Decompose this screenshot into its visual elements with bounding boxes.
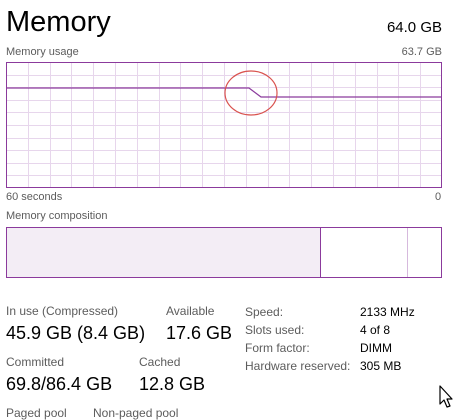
usage-graph-label: Memory usage bbox=[6, 46, 79, 58]
time-axis-right: 0 bbox=[435, 191, 442, 203]
cached-label: Cached bbox=[139, 355, 181, 369]
annotation-circle bbox=[224, 70, 278, 116]
spec-hw-reserved-value: 305 MB bbox=[360, 359, 402, 373]
usage-grid bbox=[6, 62, 442, 188]
spec-form-factor-label: Form factor: bbox=[245, 341, 310, 355]
usage-graph-max: 63.7 GB bbox=[401, 46, 442, 58]
committed-label: Committed bbox=[6, 355, 65, 369]
composition-label: Memory composition bbox=[6, 210, 108, 222]
total-memory: 64.0 GB bbox=[386, 19, 442, 36]
spec-speed-value: 2133 MHz bbox=[360, 305, 415, 319]
committed-value: 69.8/86.4 GB bbox=[6, 374, 113, 394]
non-paged-pool-label: Non-paged pool bbox=[93, 406, 179, 420]
in-use-label: In use (Compressed) bbox=[6, 304, 119, 318]
cached-value: 12.8 GB bbox=[139, 374, 206, 394]
spec-speed-label: Speed: bbox=[245, 305, 284, 319]
in-use-value: 45.9 GB (8.4 GB) bbox=[6, 323, 146, 343]
spec-slots-label: Slots used: bbox=[245, 323, 305, 337]
spec-hw-reserved-label: Hardware reserved: bbox=[245, 359, 351, 373]
mouse-cursor-icon bbox=[439, 385, 453, 408]
spec-slots-value: 4 of 8 bbox=[360, 323, 391, 337]
composition-in-use bbox=[6, 227, 321, 278]
paged-pool-label: Paged pool bbox=[6, 406, 67, 420]
spec-form-factor-value: DIMM bbox=[360, 341, 392, 355]
memory-usage-graph bbox=[6, 62, 442, 188]
time-axis-left: 60 seconds bbox=[6, 191, 63, 203]
page-title: Memory bbox=[6, 6, 111, 38]
available-value: 17.6 GB bbox=[166, 323, 233, 343]
memory-composition-bar bbox=[6, 227, 442, 278]
available-label: Available bbox=[166, 304, 215, 318]
